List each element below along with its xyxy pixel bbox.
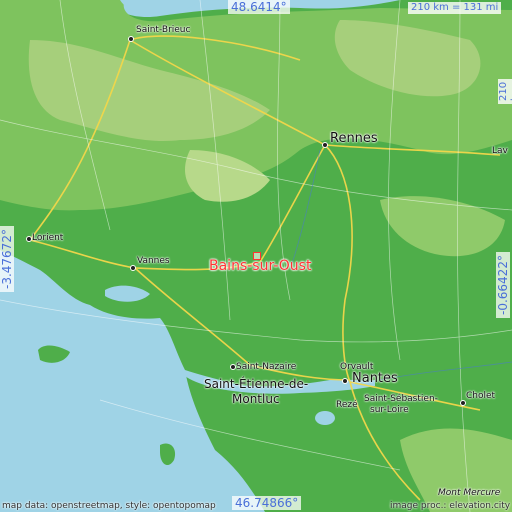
city-label-saint-brieuc: Saint-Brieuc [136, 25, 191, 35]
city-label-saint-sebastien-line1: Saint-Sébastien- [364, 394, 438, 404]
scale-vertical-label: 210 km = 131 mi [498, 78, 512, 104]
latitude-bottom-label: 46.74866° [232, 496, 302, 510]
longitude-left-label: -3.47672° [0, 226, 14, 292]
city-label-saint-sebastien-line2: sur-Loire [370, 405, 409, 415]
saint-brieuc-dot [128, 36, 134, 42]
peak-label-mont-mercure: Mont Mercure [438, 488, 501, 498]
city-label-rennes: Rennes [330, 131, 378, 146]
longitude-right-label: -0.66422° [496, 252, 510, 318]
scale-horizontal-label: 210 km = 131 mi [408, 2, 502, 14]
city-label-reze: Rezé [336, 400, 358, 410]
attribution-image-proc: image proc.: elevation.city [390, 501, 511, 511]
rennes-dot [322, 142, 328, 148]
latitude-top-label: 48.6414° [228, 0, 290, 14]
city-label-vannes: Vannes [137, 256, 170, 266]
nantes-dot [342, 378, 348, 384]
city-label-cholet: Cholet [466, 391, 496, 401]
city-label-saint-etienne-line1: Saint-Étienne-de- [204, 377, 309, 391]
city-label-nantes: Nantes [352, 371, 398, 386]
attribution-map-data: map data: openstreetmap, style: opentopo… [2, 501, 216, 511]
city-label-saint-etienne-line2: Montluc [232, 392, 280, 406]
vannes-dot [130, 265, 136, 271]
city-label-lorient: Lorient [32, 233, 64, 243]
place-label-bains-sur-oust: Bains-sur-Oust [209, 258, 312, 274]
city-label-saint-nazaire: Saint-Nazaire [236, 362, 297, 372]
map-view[interactable]: 48.6414° 46.74866° -3.47672° -0.66422° 2… [0, 0, 512, 512]
city-label-laval: Lav [492, 146, 508, 156]
